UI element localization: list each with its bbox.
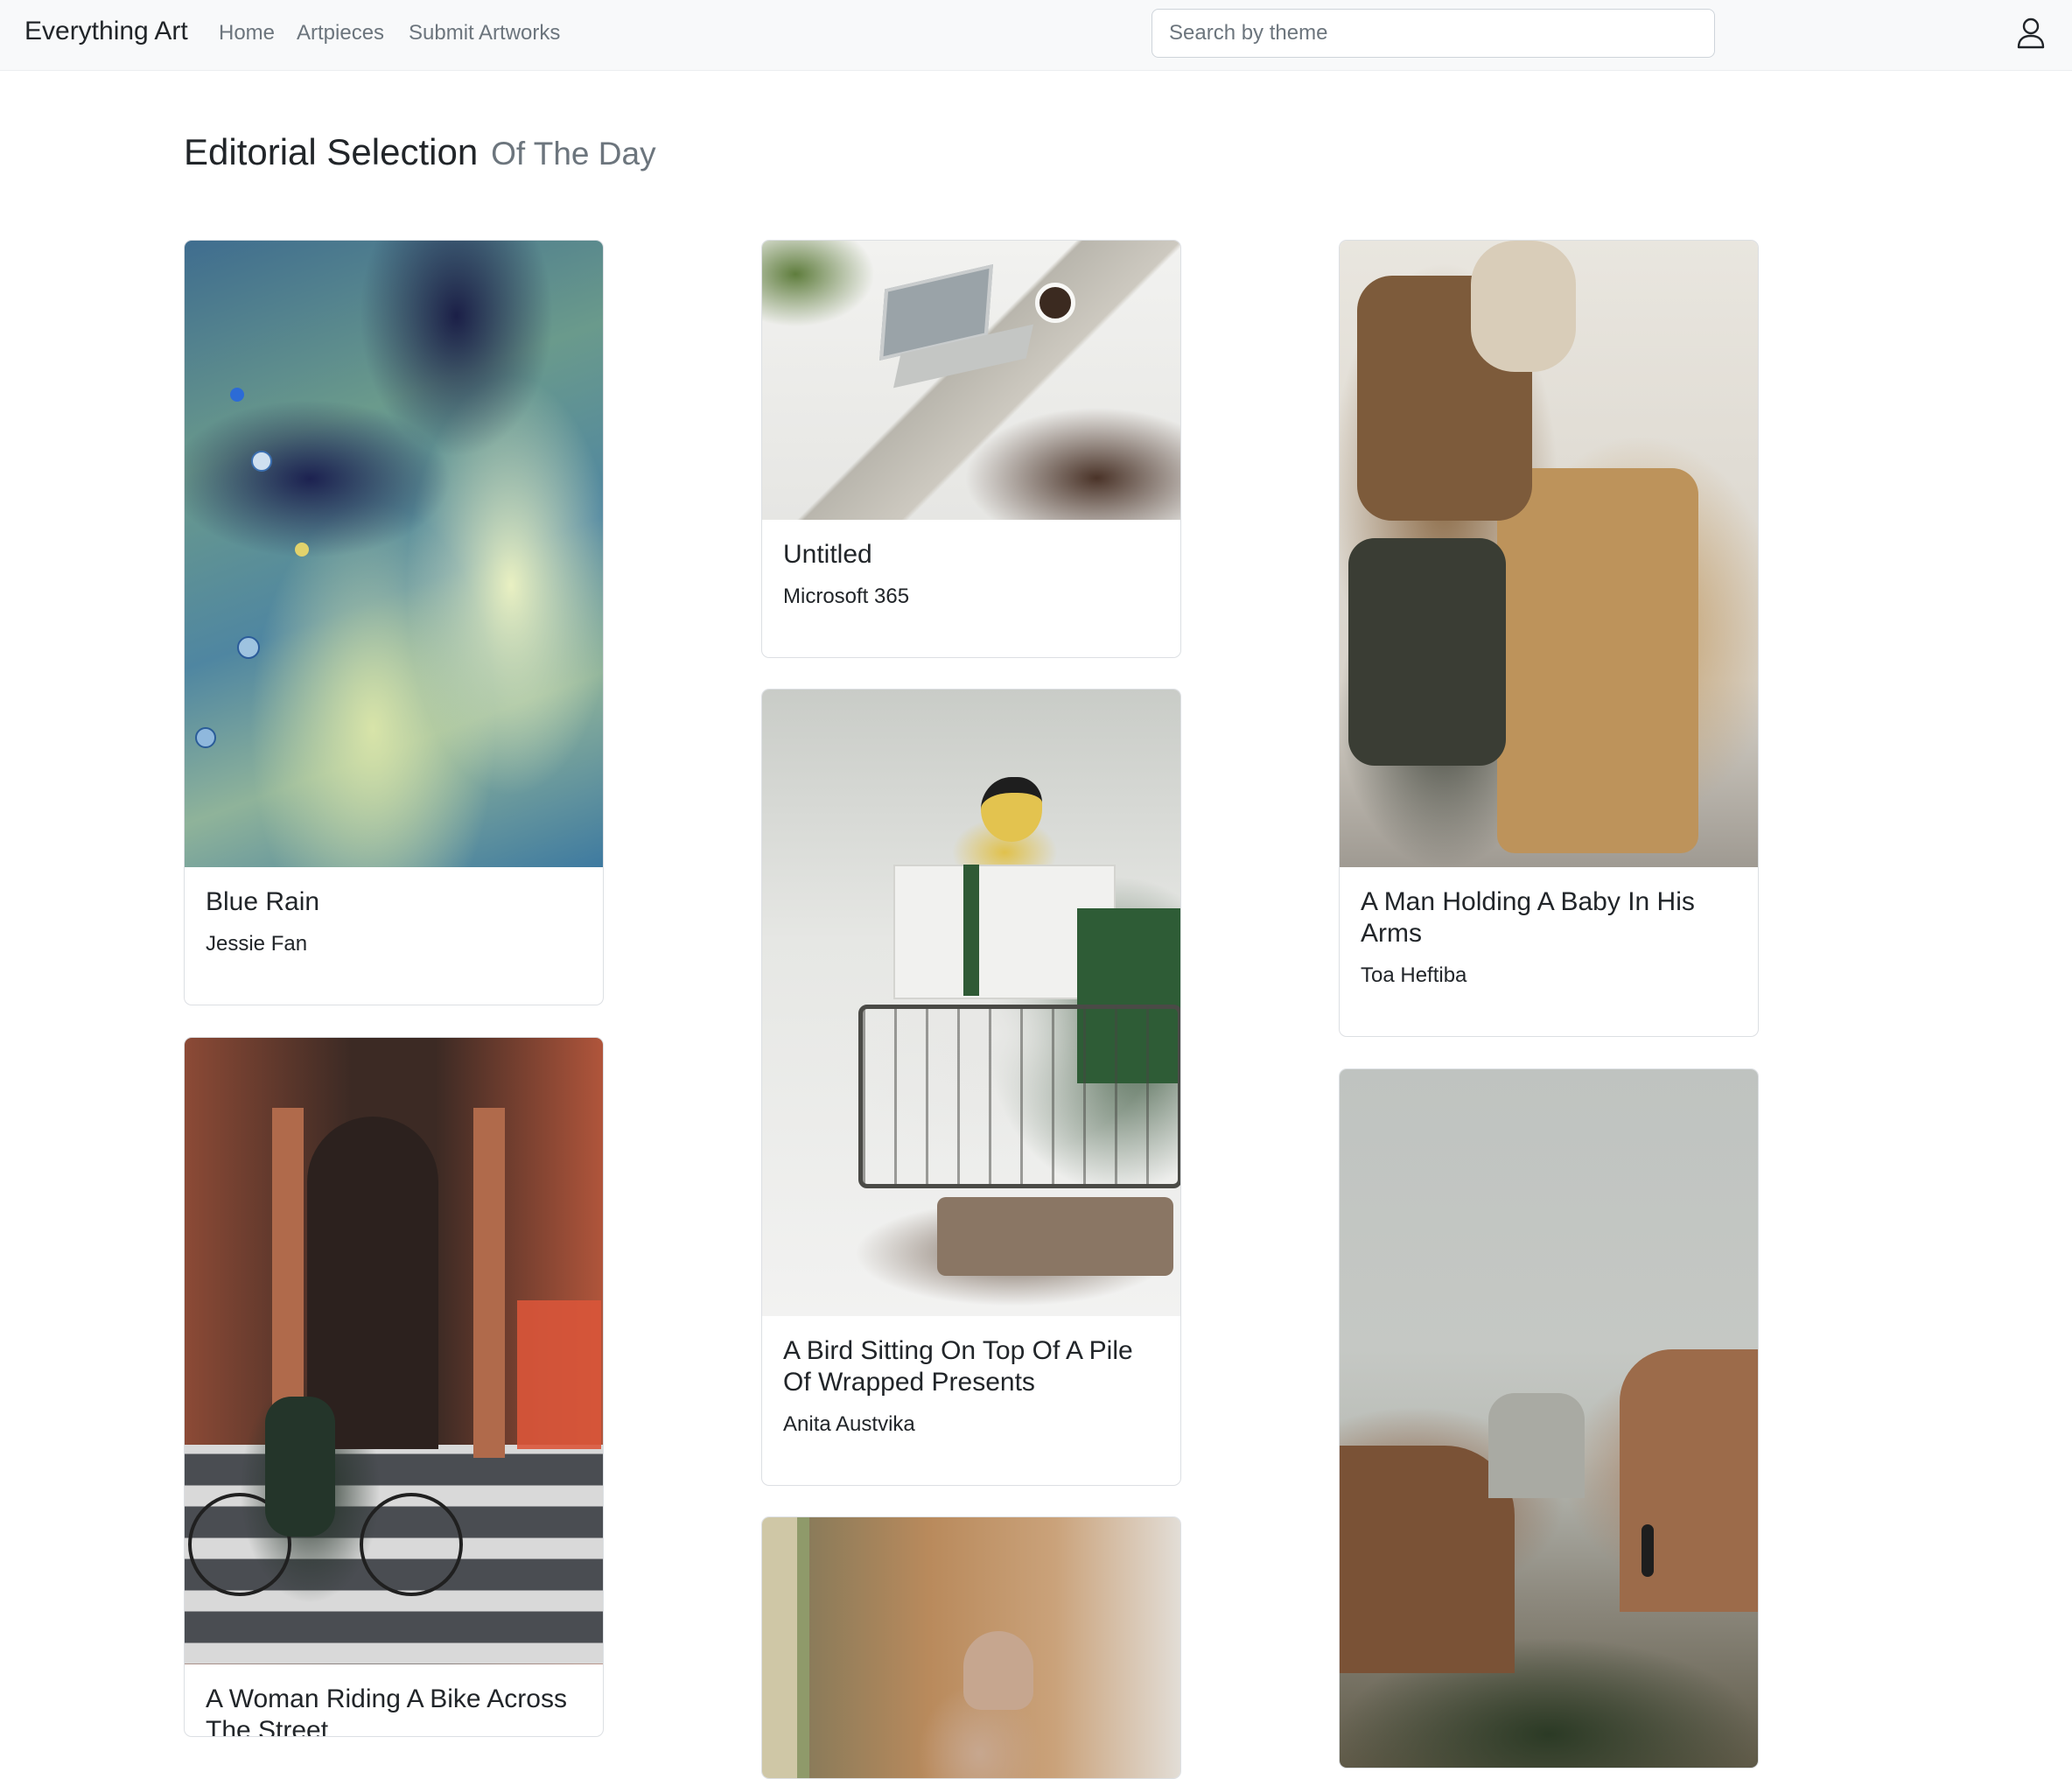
artwork-card[interactable]: Blue Rain Jessie Fan bbox=[184, 240, 604, 1005]
log bbox=[937, 1197, 1173, 1276]
artwork-title[interactable]: A Bird Sitting On Top Of A Pile Of Wrapp… bbox=[783, 1335, 1159, 1398]
nav-home[interactable]: Home bbox=[219, 21, 275, 46]
page-title: Editorial Selection Of The Day bbox=[184, 131, 656, 173]
page-title-sub: Of The Day bbox=[491, 136, 656, 172]
artwork-image[interactable] bbox=[762, 241, 1180, 520]
artwork-artist: Microsoft 365 bbox=[783, 585, 910, 608]
artwork-card[interactable] bbox=[761, 1516, 1181, 1779]
paint-bubble bbox=[251, 451, 272, 472]
paint-bubble bbox=[230, 388, 244, 402]
distant-rock bbox=[1488, 1393, 1585, 1498]
artwork-image[interactable] bbox=[185, 1038, 603, 1664]
paint-bubble bbox=[295, 543, 309, 557]
paint-bubble bbox=[195, 727, 216, 748]
present-ribbon bbox=[963, 865, 979, 996]
man-legs bbox=[1348, 538, 1506, 766]
woman-head bbox=[963, 1631, 1033, 1710]
cyclist bbox=[265, 1397, 335, 1537]
paint-bubble bbox=[237, 636, 260, 659]
artwork-card[interactable]: Untitled Microsoft 365 bbox=[761, 240, 1181, 658]
baby bbox=[1471, 241, 1576, 372]
nav-artpieces[interactable]: Artpieces bbox=[297, 21, 384, 46]
person-figure bbox=[1642, 1524, 1654, 1577]
artwork-image[interactable] bbox=[762, 690, 1180, 1316]
nav-submit-artworks[interactable]: Submit Artworks bbox=[409, 21, 560, 46]
artwork-card[interactable]: A Man Holding A Baby In His Arms Toa Hef… bbox=[1339, 240, 1759, 1037]
artwork-title[interactable]: A Man Holding A Baby In His Arms bbox=[1361, 886, 1737, 949]
search-input[interactable] bbox=[1152, 9, 1715, 58]
window-frame bbox=[797, 1517, 809, 1778]
orange-fence bbox=[517, 1300, 601, 1449]
artwork-image[interactable] bbox=[1340, 241, 1758, 867]
column bbox=[473, 1108, 505, 1458]
artwork-title[interactable]: A Woman Riding A Bike Across The Street bbox=[206, 1684, 582, 1736]
artwork-title[interactable]: Blue Rain bbox=[206, 886, 582, 918]
artwork-card[interactable] bbox=[1339, 1068, 1759, 1768]
artwork-image[interactable] bbox=[762, 1517, 1180, 1778]
artwork-card[interactable]: A Woman Riding A Bike Across The Street bbox=[184, 1037, 604, 1737]
navbar: Everything Art Home Artpieces Submit Art… bbox=[0, 0, 2072, 71]
artwork-card[interactable]: A Bird Sitting On Top Of A Pile Of Wrapp… bbox=[761, 689, 1181, 1486]
gift-sack bbox=[1497, 468, 1698, 853]
coffee-cup bbox=[1035, 283, 1075, 323]
wire-basket bbox=[858, 1005, 1180, 1188]
artwork-artist: Jessie Fan bbox=[206, 932, 308, 956]
artwork-artist: Toa Heftiba bbox=[1361, 963, 1467, 987]
cliff-rock bbox=[1620, 1349, 1758, 1612]
bike-wheel bbox=[360, 1493, 463, 1596]
page-title-main: Editorial Selection bbox=[184, 131, 479, 172]
artwork-artist: Anita Austvika bbox=[783, 1412, 915, 1436]
archway bbox=[307, 1117, 438, 1449]
artwork-title[interactable]: Untitled bbox=[783, 539, 1159, 571]
user-icon[interactable] bbox=[2016, 18, 2046, 49]
brand-logo[interactable]: Everything Art bbox=[24, 17, 188, 46]
artwork-image[interactable] bbox=[1340, 1069, 1758, 1768]
bird bbox=[981, 777, 1042, 842]
artwork-image[interactable] bbox=[185, 241, 603, 867]
